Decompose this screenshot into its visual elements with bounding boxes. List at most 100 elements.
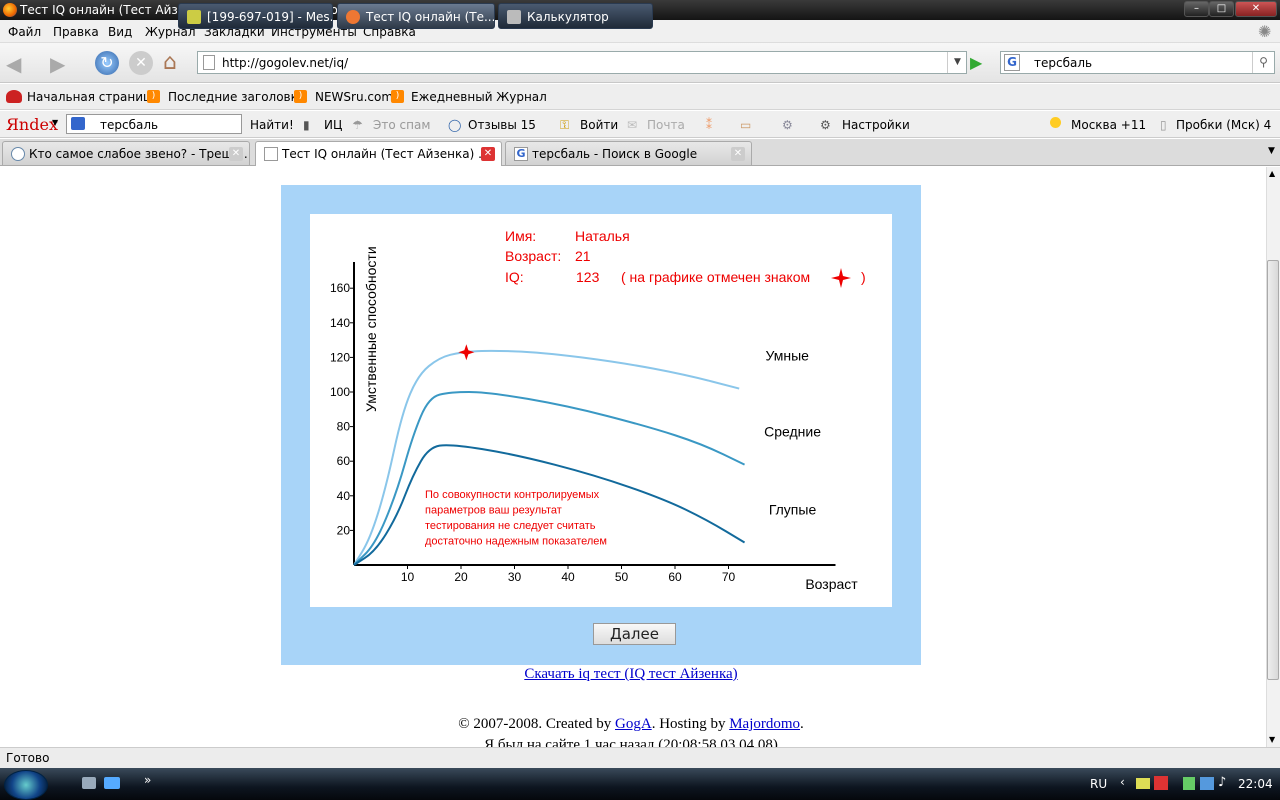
maximize-button[interactable]: □ [1209,1,1234,17]
tray-app-icon[interactable] [1136,778,1150,789]
download-link[interactable]: Скачать iq тест (IQ тест Айзенка) [524,666,737,682]
go-icon[interactable]: ▶ [970,53,982,72]
tray-expand-icon[interactable]: ‹ [1120,775,1125,789]
search-input[interactable]: терсбаль [1034,56,1092,70]
bookmarks-toolbar: Начальная страница ) Последние заголовки… [0,84,1280,110]
scroll-up-icon[interactable]: ▲ [1269,169,1275,178]
back-icon[interactable]: ◀ [6,52,21,76]
throbber-icon: ✺ [1258,22,1272,41]
firefox-icon [3,3,17,17]
firefox-icon [346,10,360,24]
yandex-weather[interactable]: Москва +11 [1071,118,1146,132]
tab-list-icon[interactable]: ▼ [1268,146,1275,156]
yandex-spam[interactable]: Это спам [373,118,430,132]
bookmark-ej[interactable]: Ежедневный Журнал [411,90,547,104]
host-link[interactable]: Majordomo [729,716,800,732]
tab-weakest-link[interactable]: Кто самое слабое звено? - Треща... ✕ [2,141,250,165]
url-dropdown-icon[interactable]: ▼ [947,52,967,73]
close-window-button[interactable]: ✕ [1235,1,1277,17]
series-label: Умные [765,348,809,364]
bookmark-headlines[interactable]: Последние заголовки [168,90,306,104]
yandex-ic[interactable]: ИЦ [324,118,342,132]
url-bar[interactable]: http://gogolev.net/iq/ ▼ [197,51,967,74]
taskbar-label: Калькулятор [527,10,609,24]
chart-note-line: По совокупности контролируемых [425,489,600,501]
bookmark-icon[interactable]: ⁑ [706,118,712,132]
age-label: Возраст: [505,248,562,264]
close-tab-icon[interactable]: ✕ [731,147,745,161]
menu-file[interactable]: Файл [8,25,41,39]
search-icon[interactable]: ⚲ [1252,52,1274,73]
minimize-button[interactable]: – [1184,1,1209,17]
reload-icon[interactable]: ↻ [95,51,119,75]
footer-dot: . [800,716,804,732]
taskbar-label: [199-697-019] - Mes... [207,10,333,24]
scrollbar-thumb[interactable] [1267,260,1279,680]
google-engine-icon[interactable]: G [1004,54,1020,71]
quicklaunch-more-icon[interactable]: » [144,773,151,787]
chevron-down-icon[interactable]: ▼ [52,118,58,127]
next-button[interactable]: Далее [593,623,676,645]
status-bar: Готово [0,747,1280,768]
series-line [353,349,740,566]
menu-edit[interactable]: Правка [53,25,99,39]
speech-bubble-icon: ◯ [448,118,462,132]
tray-device-icon[interactable] [1183,777,1195,790]
taskbar-item-calculator[interactable]: Калькулятор [498,3,653,29]
author-link[interactable]: GogA [615,716,652,732]
chart-note-line: параметров ваш результат [425,505,562,517]
clock[interactable]: 22:04 [1238,777,1273,791]
url-text: http://gogolev.net/iq/ [222,56,349,70]
photo-icon[interactable]: ▭ [740,118,751,132]
age-value: 21 [575,248,591,264]
x-tick-label: 10 [401,570,415,584]
google-favicon-icon: G [514,147,528,161]
gear-icon: ⚙ [820,118,831,132]
bookmark-newsru[interactable]: NEWSru.com [315,90,393,104]
tab-google-search[interactable]: G терсбаль - Поиск в Google ✕ [505,141,752,165]
tray-antivirus-icon[interactable] [1154,776,1168,790]
x-tick-label: 20 [454,570,468,584]
tab-label: Кто самое слабое звено? - Треща... [29,147,250,161]
menu-view[interactable]: Вид [108,25,132,39]
close-tab-icon[interactable]: ✕ [481,147,495,161]
quicklaunch-explorer-icon[interactable] [82,777,96,789]
home-icon[interactable]: ⌂ [163,50,177,75]
star-marker-icon [831,268,851,288]
bookmark-home[interactable]: Начальная страница [27,90,159,104]
yandex-search-type-icon[interactable] [71,117,85,130]
windows-taskbar [0,768,1280,800]
yandex-login[interactable]: Войти [580,118,618,132]
y-axis-label: Умственные способности [363,246,379,412]
yandex-traffic[interactable]: Пробки (Мск) 4 [1176,118,1271,132]
stop-icon[interactable]: ✕ [129,51,153,75]
messenger-icon [187,10,201,24]
volume-icon[interactable]: ♪ [1218,775,1226,790]
page-icon [203,55,215,70]
network-icon[interactable] [1200,777,1214,790]
taskbar-item-firefox[interactable]: Тест IQ онлайн (Те... [337,3,495,29]
yandex-reviews[interactable]: Отзывы 15 [468,118,536,132]
yandex-settings[interactable]: Настройки [842,118,910,132]
language-indicator[interactable]: RU [1090,777,1107,791]
show-desktop-icon[interactable] [104,777,120,789]
close-tab-icon[interactable]: ✕ [229,147,243,161]
taskbar-item-messenger[interactable]: [199-697-019] - Mes... [178,3,333,29]
y-tick-label: 100 [330,385,350,399]
extension-icon[interactable]: ⚙ [782,118,793,132]
start-button[interactable] [4,770,48,800]
iq-value: 123 [576,269,600,285]
yandex-find-button[interactable]: Найти! [250,118,294,132]
x-tick-label: 60 [668,570,682,584]
status-text: Готово [6,751,50,765]
scroll-down-icon[interactable]: ▼ [1269,735,1275,744]
search-bar[interactable]: G терсбаль ⚲ [1000,51,1275,74]
yandex-search-input[interactable]: терсбаль [66,114,242,134]
series-label: Глупые [769,502,817,518]
tab-iq-test[interactable]: Тест IQ онлайн (Тест Айзенка) ... ✕ [255,141,502,166]
yandex-logo[interactable]: Яndex [6,115,58,134]
yandex-mail[interactable]: Почта [647,118,685,132]
y-tick-label: 40 [337,489,351,503]
spam-icon: ☂ [352,118,363,132]
forward-icon[interactable]: ▶ [50,52,65,76]
